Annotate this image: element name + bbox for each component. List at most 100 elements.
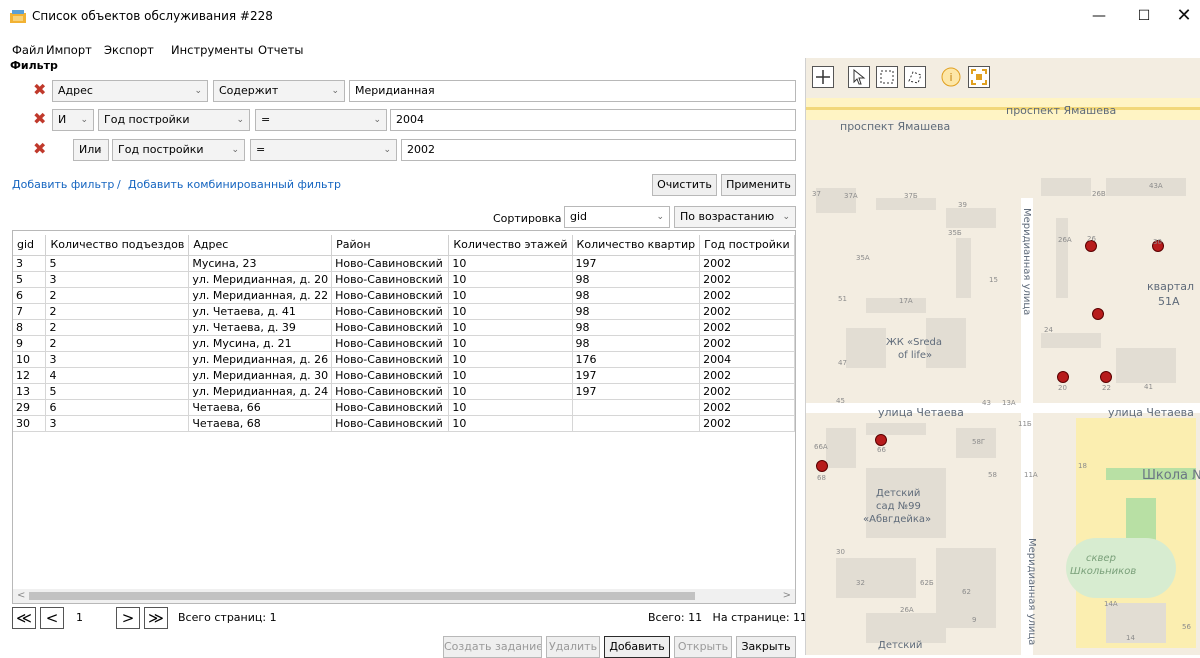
table-row[interactable]: 30 3 Четаева, 68 Ново-Савиновский 10 2002	[13, 415, 795, 432]
column-header[interactable]: Год постройки	[699, 235, 795, 256]
filter-value-input[interactable]: Меридианная	[349, 80, 796, 102]
svg-text:i: i	[949, 71, 952, 84]
sort-direction-select[interactable]: По возрастанию ⌄	[674, 206, 796, 228]
info-icon[interactable]: i	[940, 66, 962, 88]
table-cell: 5	[45, 383, 190, 400]
table-row[interactable]: 7 2 ул. Четаева, д. 41 Ново-Савиновский 10 98…	[13, 303, 795, 320]
close-window-button[interactable]: ✕	[1170, 4, 1198, 28]
filter-value-input[interactable]: 2002	[401, 139, 796, 161]
map-canvas[interactable]	[806, 58, 1200, 655]
table-cell: ул. Меридианная, д. 30	[188, 367, 333, 384]
menu-export[interactable]: Экспорт	[104, 43, 154, 57]
table-cell: 2004	[699, 351, 795, 368]
map-poi-label: сквер	[1086, 553, 1116, 564]
lasso-select-icon[interactable]	[904, 66, 926, 88]
scroll-left-icon[interactable]: <	[17, 589, 25, 603]
filter-logic-select[interactable]: И ⌄	[52, 109, 94, 131]
add-combined-filter-link[interactable]: Добавить комбинированный фильтр	[128, 178, 341, 191]
column-header[interactable]: Количество подъездов	[45, 235, 190, 256]
filter-field-select[interactable]: Год постройки ⌄	[98, 109, 250, 131]
filter-operator-select[interactable]: Содержит ⌄	[213, 80, 345, 102]
table-row[interactable]: 9 2 ул. Мусина, д. 21 Ново-Савиновский 10 98 2…	[13, 335, 795, 352]
rect-select-icon[interactable]	[876, 66, 898, 88]
menu-tools[interactable]: Инструменты	[171, 43, 253, 57]
house-number: 24	[1044, 326, 1053, 334]
table-row[interactable]: 13 5 ул. Меридианная, д. 24 Ново-Савиновски…	[13, 383, 795, 400]
title-bar: Список объектов обслуживания #228 — ☐ ✕	[0, 0, 1200, 32]
minimize-button[interactable]: —	[1085, 4, 1113, 28]
house-number: 26	[1087, 235, 1096, 243]
scroll-right-icon[interactable]: >	[783, 589, 791, 603]
menu-import[interactable]: Импорт	[46, 43, 92, 57]
table-cell: 197	[572, 367, 701, 384]
table-row[interactable]: 29 6 Четаева, 66 Ново-Савиновский 10 2002	[13, 399, 795, 416]
first-page-button[interactable]: ≪	[12, 607, 36, 629]
table-cell: 2002	[699, 383, 795, 400]
left-panel: Фильтр ✖ Адрес ⌄ Содержит ⌄ Меридианная ✖ …	[0, 58, 807, 658]
filter-logic-select[interactable]: Или ⌄	[73, 139, 109, 161]
table-cell: Ново-Савиновский	[331, 415, 450, 432]
apply-button[interactable]: Применить	[721, 174, 796, 196]
sort-field-select[interactable]: gid ⌄	[564, 206, 670, 228]
table-cell: Четаева, 68	[188, 415, 333, 432]
filter-field-select[interactable]: Адрес ⌄	[52, 80, 208, 102]
table-cell: 9	[13, 335, 47, 352]
map-poi-label: Школьников	[1070, 566, 1137, 577]
column-header[interactable]: Количество квартир	[572, 235, 701, 256]
table-cell: 2002	[699, 335, 795, 352]
remove-filter-icon[interactable]: ✖	[33, 82, 47, 98]
map-poi-label: «Абвгдейка»	[863, 514, 932, 525]
clear-button[interactable]: Очистить	[652, 174, 717, 196]
remove-filter-icon[interactable]: ✖	[33, 111, 47, 127]
column-header[interactable]: Адрес	[188, 235, 333, 256]
table-cell: 2	[45, 319, 190, 336]
table-cell: 10	[448, 255, 573, 272]
table-cell: 98	[572, 303, 701, 320]
house-number: 39	[958, 201, 967, 209]
filter-operator-select[interactable]: = ⌄	[250, 139, 397, 161]
horizontal-scrollbar[interactable]: < >	[13, 589, 795, 603]
remove-filter-icon[interactable]: ✖	[33, 141, 47, 157]
house-number: 35А	[856, 254, 870, 262]
next-page-button[interactable]: >	[116, 607, 140, 629]
current-page: 1	[76, 611, 83, 624]
table-cell: 98	[572, 319, 701, 336]
menu-file[interactable]: Файл	[12, 43, 44, 57]
column-header[interactable]: Количество этажей	[448, 235, 573, 256]
table-cell: Ново-Савиновский	[331, 287, 450, 304]
table-cell: 98	[572, 271, 701, 288]
table-cell: 3	[45, 415, 190, 432]
maximize-button[interactable]: ☐	[1130, 4, 1158, 28]
map-street-label: Меридианная улица	[1026, 538, 1037, 646]
menu-reports[interactable]: Отчеты	[258, 43, 303, 57]
column-header[interactable]: Район	[331, 235, 450, 256]
records-summary: Всего: 11 На странице: 11	[648, 611, 808, 624]
filter-field-select[interactable]: Год постройки ⌄	[112, 139, 245, 161]
add-icon[interactable]	[812, 66, 834, 88]
house-number: 15	[989, 276, 998, 284]
table-cell: ул. Мусина, д. 21	[188, 335, 333, 352]
total-pages: Всего страниц: 1	[178, 611, 277, 624]
prev-page-button[interactable]: <	[40, 607, 64, 629]
table-cell: 6	[13, 287, 47, 304]
last-page-button[interactable]: ≫	[144, 607, 168, 629]
column-header[interactable]: gid	[13, 235, 47, 256]
house-number: 43А	[1149, 182, 1163, 190]
pointer-select-icon[interactable]	[848, 66, 870, 88]
scroll-thumb[interactable]	[29, 592, 695, 600]
map-panel[interactable]: i проспект Ямашева проспект Ямашева Мери…	[805, 58, 1200, 655]
zoom-extent-icon[interactable]	[968, 66, 990, 88]
sort-label: Сортировка	[493, 212, 562, 225]
table-row[interactable]: 10 3 ул. Меридианная, д. 26 Ново-Савиновски…	[13, 351, 795, 368]
add-filter-link[interactable]: Добавить фильтр	[12, 178, 114, 191]
table-row[interactable]: 3 5 Мусина, 23 Ново-Савиновский 10 197 2002	[13, 255, 795, 272]
filter-operator-select[interactable]: = ⌄	[255, 109, 387, 131]
table-row[interactable]: 5 3 ул. Меридианная, д. 20 Ново-Савиновский…	[13, 271, 795, 288]
table-row[interactable]: 6 2 ул. Меридианная, д. 22 Ново-Савиновский…	[13, 287, 795, 304]
filter-value-input[interactable]: 2004	[390, 109, 796, 131]
table-cell: Мусина, 23	[188, 255, 333, 272]
table-cell: 13	[13, 383, 47, 400]
house-number: 62	[962, 588, 971, 596]
table-row[interactable]: 8 2 ул. Четаева, д. 39 Ново-Савиновский 10 98…	[13, 319, 795, 336]
table-row[interactable]: 12 4 ул. Меридианная, д. 30 Ново-Савиновски…	[13, 367, 795, 384]
